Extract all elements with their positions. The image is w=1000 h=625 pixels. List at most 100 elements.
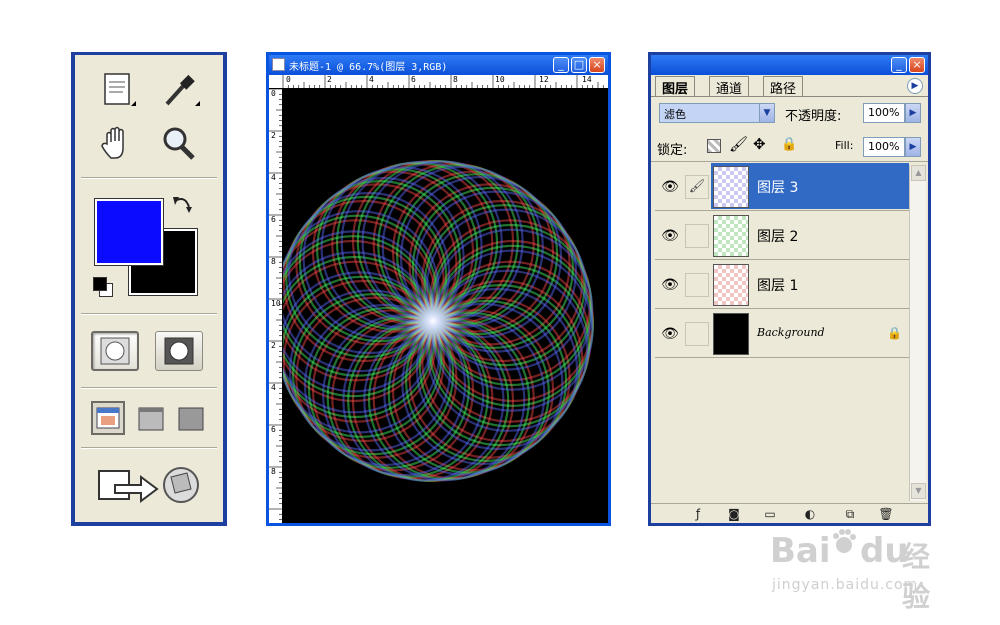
- jump-to-imageready-button[interactable]: [95, 459, 207, 509]
- new-group-icon[interactable]: ▭: [761, 506, 779, 522]
- ruler-label: 2: [271, 131, 276, 140]
- ruler-label: 8: [271, 257, 276, 266]
- image-canvas[interactable]: [283, 89, 608, 523]
- ruler-label: 6: [411, 75, 416, 84]
- document-icon: [272, 58, 285, 71]
- opacity-input[interactable]: 100%: [863, 103, 905, 123]
- opacity-label: 不透明度:: [785, 109, 842, 124]
- foreground-color-swatch[interactable]: [94, 198, 164, 266]
- fill-slider-icon[interactable]: ▶: [905, 137, 921, 157]
- lock-paint-brush-icon[interactable]: 🖌: [729, 135, 748, 153]
- eyedropper-tool-icon[interactable]: [157, 69, 201, 113]
- link-cell[interactable]: [685, 224, 709, 248]
- new-layer-icon[interactable]: ⧉: [841, 506, 859, 522]
- lock-move-icon[interactable]: ✥: [753, 135, 766, 153]
- hand-tool-icon[interactable]: [95, 121, 139, 165]
- default-colors-icon[interactable]: [93, 277, 115, 299]
- ruler-label: 8: [453, 75, 458, 84]
- ruler-label: 12: [539, 75, 549, 84]
- layer-row-2[interactable]: 👁 图层 2: [655, 212, 909, 260]
- lock-transparency-icon[interactable]: [707, 139, 721, 153]
- fill-label: Fill:: [835, 139, 854, 152]
- ruler-label: 4: [369, 75, 374, 84]
- watermark-url: jingyan.baidu.com: [772, 577, 919, 593]
- layers-titlebar[interactable]: _ ×: [651, 55, 928, 75]
- quick-mask-mode-button[interactable]: [155, 331, 203, 371]
- layer-name: Background: [757, 326, 825, 339]
- full-screen-mode-button[interactable]: [175, 403, 207, 435]
- ruler-label: 10: [495, 75, 505, 84]
- lock-all-icon[interactable]: 🔒: [781, 137, 797, 152]
- add-mask-icon[interactable]: ◙: [725, 506, 743, 522]
- ruler-label: 6: [271, 425, 276, 434]
- layer-name: 图层 1: [757, 278, 799, 294]
- watermark-brand: Bai: [770, 531, 831, 571]
- ruler-label: 6: [271, 215, 276, 224]
- layer-row-3[interactable]: 👁 🖌 图层 3: [655, 163, 909, 211]
- close-button[interactable]: ×: [909, 57, 925, 73]
- ruler-label: 2: [271, 341, 276, 350]
- standard-mode-button[interactable]: [91, 331, 139, 371]
- close-button[interactable]: ×: [589, 57, 605, 73]
- visibility-eye-icon[interactable]: 👁: [657, 273, 683, 297]
- layer-name-cell[interactable]: 图层 3: [711, 163, 909, 209]
- minimize-button[interactable]: _: [553, 57, 569, 73]
- layer-row-1[interactable]: 👁 图层 1: [655, 261, 909, 309]
- layer-thumbnail: [713, 264, 749, 306]
- document-titlebar[interactable]: 未标题-1 @ 66.7%(图层 3,RGB) _ □ ×: [269, 55, 608, 75]
- layer-name: 图层 2: [757, 229, 799, 245]
- layer-name-cell[interactable]: 图层 1: [711, 261, 909, 307]
- vertical-ruler[interactable]: 0 2 4 6 8 10 2 4 6 8: [269, 89, 283, 523]
- layers-bottom-toolbar: ƒ ◙ ▭ ◐ ⧉ 🗑: [651, 503, 928, 523]
- layer-thumbnail: [713, 215, 749, 257]
- toolbox-separator: [81, 313, 217, 315]
- blend-mode-select[interactable]: 滤色: [659, 103, 765, 123]
- minimize-button[interactable]: _: [891, 57, 907, 73]
- blend-mode-dropdown-icon[interactable]: ▼: [759, 103, 775, 123]
- divider: [651, 161, 928, 162]
- horizontal-ruler[interactable]: 0 2 4 6 8 10 12 14: [269, 75, 608, 89]
- tab-divider: [651, 96, 928, 97]
- ruler-label: 4: [271, 383, 276, 392]
- ruler-label: 8: [271, 467, 276, 476]
- zoom-tool-icon[interactable]: [157, 121, 201, 165]
- baidu-watermark-logo: Bai du 经验 jingyan.baidu.com: [770, 525, 950, 613]
- toolbox-separator: [81, 447, 217, 449]
- adjustment-layer-icon[interactable]: ◐: [801, 506, 819, 522]
- visibility-eye-icon[interactable]: 👁: [657, 175, 683, 199]
- maximize-button[interactable]: □: [571, 57, 587, 73]
- layer-name-cell[interactable]: 图层 2: [711, 212, 909, 258]
- notes-tool-icon[interactable]: [95, 69, 139, 113]
- opacity-slider-icon[interactable]: ▶: [905, 103, 921, 123]
- scroll-up-icon[interactable]: ▲: [911, 165, 926, 181]
- spirograph-artwork: [283, 159, 595, 483]
- delete-layer-icon[interactable]: 🗑: [877, 506, 895, 522]
- layer-name-cell[interactable]: Background 🔒: [711, 310, 909, 356]
- full-screen-menu-mode-button[interactable]: [135, 403, 167, 435]
- standard-screen-mode-button[interactable]: [91, 401, 125, 435]
- fill-input[interactable]: 100%: [863, 137, 905, 157]
- toolbox-separator: [81, 177, 217, 179]
- document-title: 未标题-1 @ 66.7%(图层 3,RGB): [289, 62, 448, 73]
- layer-row-background[interactable]: 👁 Background 🔒: [655, 310, 909, 358]
- ruler-label: 4: [271, 173, 276, 182]
- swap-colors-icon[interactable]: [171, 193, 195, 219]
- toolbox-separator: [81, 387, 217, 389]
- link-cell[interactable]: [685, 322, 709, 346]
- layer-thumbnail: [713, 166, 749, 208]
- layer-style-icon[interactable]: ƒ: [689, 506, 707, 522]
- tab-channels[interactable]: 通道: [709, 76, 750, 97]
- panel-menu-icon[interactable]: ▶: [907, 78, 923, 94]
- fill-value: 100%: [868, 140, 900, 153]
- visibility-eye-icon[interactable]: 👁: [657, 224, 683, 248]
- layers-scrollbar[interactable]: ▲ ▼: [909, 165, 926, 501]
- tab-paths[interactable]: 路径: [763, 76, 804, 97]
- layer-name: 图层 3: [757, 180, 799, 196]
- tab-layers[interactable]: 图层: [655, 76, 696, 97]
- visibility-eye-icon[interactable]: 👁: [657, 322, 683, 346]
- active-brush-icon[interactable]: 🖌: [685, 175, 709, 199]
- ruler-label: 10: [271, 299, 281, 308]
- link-cell[interactable]: [685, 273, 709, 297]
- layers-panel: _ × 图层 通道 路径 ▶ 滤色 ▼ 不透明度: 100% ▶ 锁定: 🖌 ✥…: [648, 52, 931, 526]
- scroll-down-icon[interactable]: ▼: [911, 483, 926, 499]
